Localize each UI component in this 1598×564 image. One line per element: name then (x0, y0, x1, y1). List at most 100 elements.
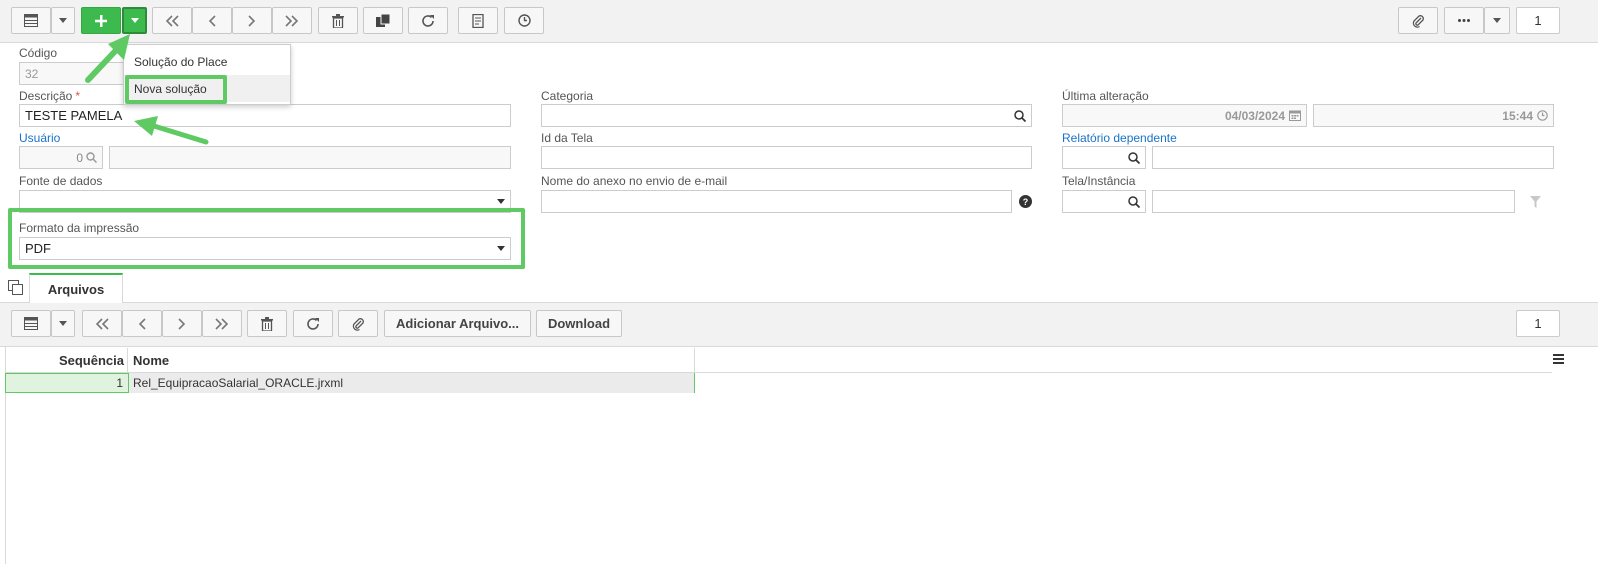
tela-instancia-name[interactable] (1152, 190, 1515, 213)
id-tela-input[interactable] (541, 146, 1032, 169)
record-counter: 1 (1516, 7, 1560, 34)
relatorio-dependente-code[interactable] (1062, 146, 1146, 169)
download-button[interactable]: Download (536, 310, 622, 337)
ultima-alteracao-label: Última alteração (1062, 89, 1149, 103)
tela-instancia-label: Tela/Instância (1062, 174, 1136, 188)
caret-down-icon (130, 18, 139, 23)
menu-item-solucao-place[interactable]: Solução do Place (124, 48, 290, 75)
double-chevron-left-icon (165, 14, 179, 27)
categoria-label: Categoria (541, 89, 594, 103)
first-record-button[interactable] (152, 7, 192, 34)
formato-highlight-box (8, 208, 525, 269)
search-icon[interactable] (1014, 109, 1026, 122)
ultima-alteracao-time-value: 15:44 (1502, 108, 1533, 123)
search-icon[interactable] (1128, 195, 1140, 208)
files-last-button[interactable] (202, 310, 242, 337)
chevron-right-icon (248, 14, 256, 27)
cell-nome[interactable]: Rel_EquipracaoSalarial_ORACLE.jrxml (133, 373, 693, 393)
table-icon (24, 317, 38, 330)
last-record-button[interactable] (272, 7, 312, 34)
calendar-icon (1289, 110, 1301, 121)
chevron-right-icon (178, 317, 186, 330)
files-delete-button[interactable] (247, 310, 287, 337)
nome-anexo-input[interactable] (541, 190, 1012, 213)
trash-icon (332, 13, 344, 28)
row-divider (694, 373, 695, 393)
paperclip-icon (352, 317, 364, 331)
files-grid-view-button[interactable] (11, 310, 51, 337)
attachment-button[interactable] (1398, 7, 1438, 34)
search-icon[interactable] (86, 152, 97, 163)
caret-down-icon (59, 321, 67, 326)
trash-icon (261, 316, 273, 331)
ultima-alteracao-date: 04/03/2024 (1062, 104, 1307, 127)
previous-record-button[interactable] (192, 7, 232, 34)
more-options-dropdown-button[interactable] (1484, 7, 1510, 34)
fonte-dados-label: Fonte de dados (19, 174, 103, 188)
descricao-label: Descrição * (19, 89, 80, 103)
descricao-value: TESTE PAMELA (25, 108, 123, 123)
usuario-name-field (109, 146, 511, 169)
relatorio-dependente-name[interactable] (1152, 146, 1554, 169)
descricao-input[interactable]: TESTE PAMELA (19, 104, 511, 127)
files-grid-dropdown-button[interactable] (51, 310, 75, 337)
files-previous-button[interactable] (122, 310, 162, 337)
history-button[interactable] (504, 7, 544, 34)
grid-view-dropdown-button[interactable] (51, 7, 75, 34)
copy-icon (376, 13, 390, 27)
filter-icon[interactable] (1530, 196, 1541, 208)
column-header-nome[interactable]: Nome (129, 348, 695, 373)
add-file-button[interactable]: Adicionar Arquivo... (384, 310, 531, 337)
refresh-button[interactable] (408, 7, 448, 34)
help-icon[interactable]: ? (1019, 195, 1032, 208)
copy-icon[interactable] (8, 280, 23, 295)
relatorio-dependente-label[interactable]: Relatório dependente (1062, 131, 1177, 145)
tela-instancia-code[interactable] (1062, 190, 1146, 213)
refresh-icon (422, 14, 434, 27)
main-toolbar: 1 (0, 0, 1598, 43)
categoria-field[interactable] (541, 104, 1032, 127)
descricao-label-text: Descrição (19, 89, 73, 103)
clock-icon (517, 14, 531, 27)
usuario-label[interactable]: Usuário (19, 131, 60, 145)
ellipsis-icon (1458, 19, 1470, 22)
cell-sequencia[interactable]: 1 (5, 373, 129, 393)
double-chevron-right-icon (285, 14, 299, 27)
required-mark: * (75, 89, 81, 103)
files-first-button[interactable] (82, 310, 122, 337)
more-options-button[interactable] (1444, 7, 1484, 34)
tab-bar (0, 272, 1598, 303)
clock-icon (1537, 110, 1548, 121)
caret-down-icon (59, 18, 67, 23)
files-attach-button[interactable] (338, 310, 378, 337)
delete-button[interactable] (318, 7, 358, 34)
usuario-field[interactable]: 0 (19, 146, 103, 169)
column-menu-icon[interactable] (1553, 354, 1564, 364)
caret-down-icon (497, 199, 505, 204)
double-chevron-left-icon (95, 317, 109, 330)
caret-down-icon (1493, 18, 1501, 23)
duplicate-button[interactable] (363, 7, 403, 34)
ultima-alteracao-date-value: 04/03/2024 (1224, 108, 1285, 123)
files-record-counter: 1 (1516, 310, 1560, 337)
search-icon[interactable] (1128, 151, 1140, 164)
tab-arquivos[interactable]: Arquivos (29, 273, 123, 304)
next-record-button[interactable] (232, 7, 272, 34)
files-refresh-button[interactable] (293, 310, 333, 337)
column-header-sequencia[interactable]: Sequência (5, 348, 128, 373)
grid-view-button[interactable] (11, 7, 51, 34)
double-chevron-right-icon (215, 317, 229, 330)
table-icon (24, 14, 38, 27)
nome-anexo-label: Nome do anexo no envio de e-mail (541, 174, 728, 188)
usuario-value: 0 (76, 150, 83, 165)
document-icon (472, 13, 484, 28)
chevron-left-icon (208, 14, 216, 27)
refresh-icon (307, 317, 319, 330)
report-button[interactable] (458, 7, 498, 34)
ultima-alteracao-time: 15:44 (1313, 104, 1554, 127)
codigo-label: Código (19, 46, 58, 60)
files-next-button[interactable] (162, 310, 202, 337)
id-tela-label: Id da Tela (541, 131, 593, 145)
nova-solucao-highlight-box (125, 75, 227, 104)
paperclip-icon (1412, 14, 1424, 28)
